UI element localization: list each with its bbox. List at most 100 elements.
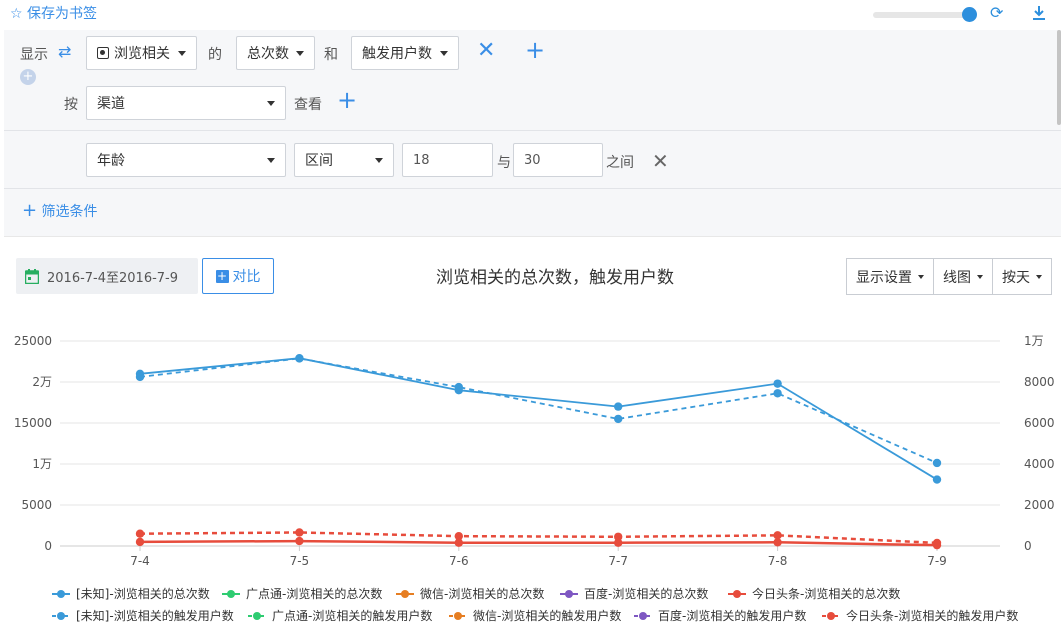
save-bookmark-link[interactable]: ☆ 保存为书签 — [10, 3, 97, 23]
top-bar: ☆ 保存为书签 ⟳ — [0, 0, 1061, 30]
event-select-value: 浏览相关 — [114, 46, 170, 62]
add-group-icon[interactable]: + — [337, 88, 357, 112]
add-metric-icon[interactable]: + — [525, 38, 545, 62]
display-settings-label: 显示设置 — [856, 269, 912, 286]
series-line — [139, 357, 938, 481]
add-filter-link[interactable]: + 筛选条件 — [22, 200, 98, 221]
legend-item[interactable]: 微信-浏览相关的触发用户数 — [449, 607, 621, 624]
date-range-value: 2016-7-4至2016-7-9 — [47, 270, 179, 286]
legend-item[interactable]: 广点通-浏览相关的触发用户数 — [248, 607, 432, 624]
y-right-tick-label: 4000 — [1024, 457, 1055, 471]
legend-swatch — [560, 589, 578, 599]
remove-filter-icon[interactable]: ✕ — [652, 150, 669, 172]
x-tick-label: 7-7 — [608, 554, 628, 568]
refresh-icon[interactable]: ⟳ — [990, 5, 1003, 21]
legend-item[interactable]: 百度-浏览相关的触发用户数 — [634, 607, 806, 624]
date-range-picker[interactable]: 2016-7-4至2016-7-9 — [16, 258, 198, 294]
legend-row-2: [未知]-浏览相关的触发用户数 广点通-浏览相关的触发用户数 微信-浏览相关的触发用… — [0, 607, 1061, 625]
legend-swatch — [222, 589, 240, 599]
x-tick-label: 7-6 — [449, 554, 469, 568]
chart-type-button[interactable]: 线图 — [933, 258, 993, 295]
data-point — [454, 382, 463, 392]
panel-scrollbar[interactable] — [1057, 30, 1061, 125]
legend-swatch — [634, 611, 652, 621]
caret-down-icon — [1036, 274, 1042, 279]
legend-item[interactable]: [未知]-浏览相关的触发用户数 — [52, 607, 234, 624]
data-point — [295, 354, 304, 363]
legend-label: 百度-浏览相关的总次数 — [584, 587, 709, 601]
data-point — [614, 532, 623, 541]
x-tick-label: 7-4 — [130, 554, 150, 568]
filter-field-value: 年龄 — [97, 153, 125, 169]
event-icon — [97, 47, 109, 59]
swap-icon[interactable]: ⇄ — [58, 42, 71, 61]
legend-swatch — [728, 589, 746, 599]
granularity-button[interactable]: 按天 — [992, 258, 1052, 295]
y-right-tick-label: 1万 — [1024, 334, 1044, 348]
x-tick-label: 7-5 — [290, 554, 310, 568]
data-point — [614, 414, 623, 424]
legend-label: 广点通-浏览相关的总次数 — [246, 587, 383, 601]
compare-label: 对比 — [232, 269, 261, 285]
data-point — [773, 531, 782, 540]
legend-item[interactable]: 微信-浏览相关的总次数 — [396, 585, 544, 602]
chevron-down-icon — [267, 157, 275, 163]
legend-swatch — [449, 611, 467, 621]
remove-metric-icon[interactable]: ✕ — [477, 40, 495, 62]
display-settings-button[interactable]: 显示设置 — [846, 258, 934, 295]
with-label: 与 — [497, 155, 511, 171]
y-left-tick-label: 5000 — [21, 498, 52, 512]
metric1-select-value: 总次数 — [247, 46, 289, 62]
filter-max-input[interactable]: 30 — [513, 143, 603, 177]
filter-min-input[interactable]: 18 — [402, 143, 493, 177]
metric2-select[interactable]: 触发用户数 — [351, 36, 459, 70]
y-left-tick-label: 0 — [44, 539, 52, 553]
data-point — [932, 458, 942, 468]
panel-divider — [4, 130, 1061, 131]
filter-field-select[interactable]: 年龄 — [86, 143, 286, 177]
metric1-select[interactable]: 总次数 — [236, 36, 315, 70]
legend-label: 百度-浏览相关的触发用户数 — [658, 609, 807, 623]
group-by-select-value: 渠道 — [97, 96, 125, 112]
data-point — [135, 529, 145, 538]
zoom-slider-handle[interactable] — [962, 7, 977, 22]
view-label: 查看 — [294, 97, 322, 113]
chart-type-label: 线图 — [943, 269, 971, 286]
data-point — [932, 538, 942, 548]
chevron-down-icon — [440, 50, 448, 56]
data-point — [135, 537, 145, 547]
data-point — [773, 379, 782, 388]
data-point — [773, 389, 782, 398]
y-right-tick-label: 6000 — [1024, 416, 1055, 430]
add-filter-label: 筛选条件 — [41, 204, 98, 220]
download-icon[interactable] — [1032, 5, 1046, 24]
data-point — [614, 402, 623, 411]
legend-item[interactable]: 百度-浏览相关的总次数 — [560, 585, 708, 602]
calendar-icon — [24, 268, 40, 284]
legend-item[interactable]: 今日头条-浏览相关的总次数 — [728, 585, 900, 602]
expand-icon[interactable]: + — [20, 69, 36, 85]
chevron-down-icon — [178, 50, 186, 56]
chart-options-group: 显示设置 线图 按天 — [846, 258, 1052, 295]
y-right-tick-label: 2000 — [1024, 498, 1055, 512]
y-right-tick-label: 8000 — [1024, 375, 1055, 389]
zoom-slider-track[interactable] — [873, 12, 973, 18]
group-by-select[interactable]: 渠道 — [86, 86, 286, 120]
legend-item[interactable]: [未知]-浏览相关的总次数 — [52, 585, 210, 602]
x-tick-label: 7-8 — [768, 554, 788, 568]
legend-label: 微信-浏览相关的触发用户数 — [473, 609, 622, 623]
show-label: 显示 — [20, 47, 48, 63]
compare-button[interactable]: + 对比 — [202, 258, 274, 294]
data-point — [295, 528, 304, 537]
legend-item[interactable]: 今日头条-浏览相关的触发用户数 — [822, 607, 1018, 624]
chart-title: 浏览相关的总次数，触发用户数 — [436, 268, 674, 288]
by-label: 按 — [64, 97, 78, 113]
filter-operator-select[interactable]: 区间 — [294, 143, 394, 177]
data-point — [454, 531, 463, 541]
event-select[interactable]: 浏览相关 — [86, 36, 197, 70]
x-tick-label: 7-9 — [927, 554, 947, 568]
chevron-down-icon — [375, 157, 383, 163]
legend-swatch — [822, 611, 840, 621]
legend-item[interactable]: 广点通-浏览相关的总次数 — [222, 585, 382, 602]
of-label: 的 — [208, 47, 222, 63]
